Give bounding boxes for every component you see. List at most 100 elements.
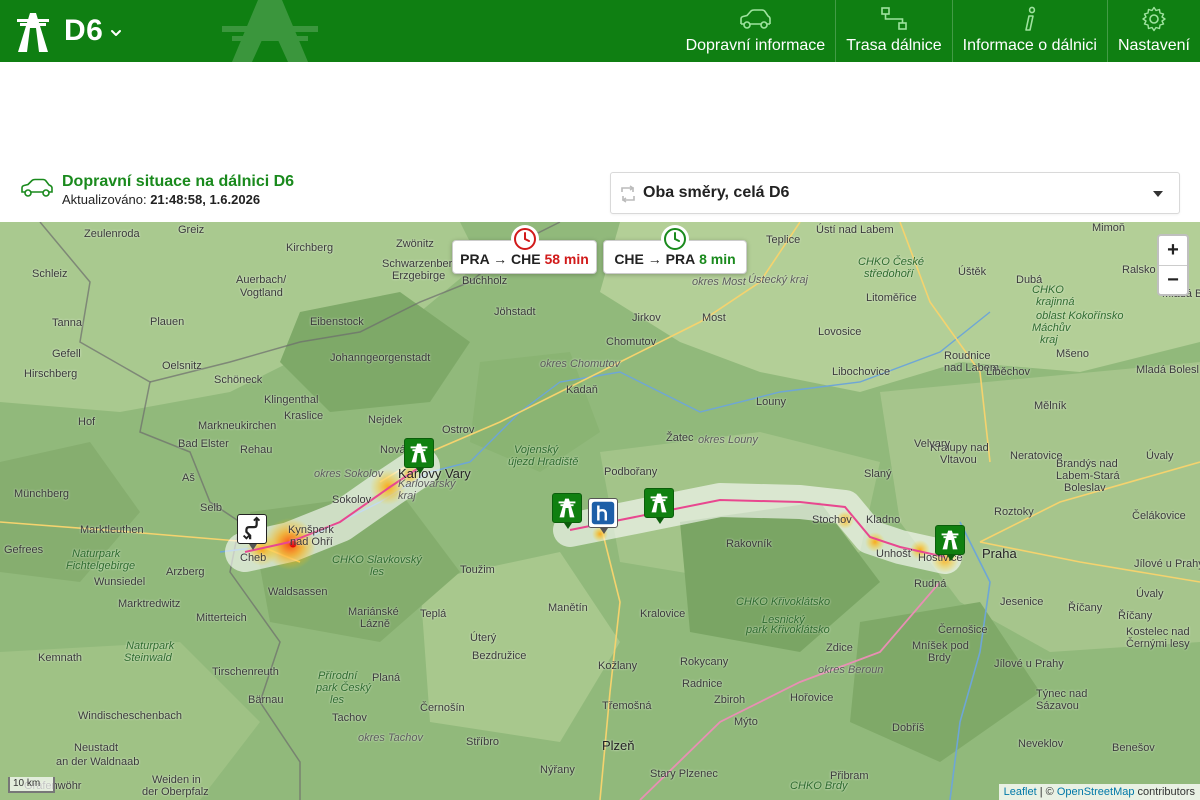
place-label: Bärnau: [248, 694, 284, 706]
place-label: Kadaň: [566, 384, 598, 396]
place-label: Kožlany: [598, 660, 638, 672]
place-label: Windischeschenbach: [78, 710, 182, 722]
place-label: Jílové u Prahy: [994, 658, 1064, 670]
place-label: Mariánské: [348, 606, 399, 618]
area-label: oblast Kokořínsko: [1036, 310, 1124, 322]
map-attribution: Leaflet | © OpenStreetMap contributors: [998, 784, 1200, 800]
place-label: Brdy: [928, 652, 951, 664]
zoom-out-button[interactable]: −: [1159, 265, 1187, 294]
area-label: Máchův: [1032, 322, 1071, 334]
place-label: Čelákovice: [1132, 510, 1186, 522]
place-label: Úvaly: [1136, 588, 1164, 600]
place-label: Stochov: [812, 514, 852, 526]
area-label: krajinná: [1036, 296, 1075, 308]
clock-icon: [661, 225, 689, 253]
place-label: Plauen: [150, 316, 185, 328]
region-label: okres Chomutov: [540, 358, 621, 370]
traffic-map[interactable]: Zeulenroda Greiz Kirchberg Zwönitz Schle…: [0, 222, 1200, 800]
service-marker[interactable]: [588, 498, 618, 534]
place-label: Tanna: [52, 317, 82, 329]
place-label: Roztoky: [994, 506, 1034, 518]
place-label: Bezdružice: [472, 650, 527, 662]
direction-select[interactable]: Oba směry, celá D6: [610, 172, 1180, 214]
motorway-marker[interactable]: [644, 488, 674, 524]
nav-route[interactable]: Trasa dálnice: [835, 0, 951, 62]
area-label: Steinwald: [124, 652, 172, 664]
place-label: Labem-Stará: [1056, 470, 1120, 482]
place-label: Rehau: [240, 444, 273, 456]
place-label: Johanngeorgenstadt: [330, 352, 431, 364]
area-label: Vojenský: [514, 444, 559, 456]
place-label: Gefrees: [4, 544, 44, 556]
place-label: Černými lesy: [1126, 638, 1190, 650]
place-label: Úštěk: [958, 266, 987, 278]
both-directions-icon: [621, 185, 635, 203]
motorway-icon: [941, 530, 959, 550]
place-label: Toužim: [460, 564, 495, 576]
place-label: Boleslav: [1064, 482, 1106, 494]
zoom-in-button[interactable]: +: [1159, 236, 1187, 265]
motorway-marker[interactable]: [404, 438, 434, 474]
attribution-suffix: contributors: [1134, 786, 1195, 798]
place-label: Ostrov: [442, 424, 475, 436]
travel-time-che-pra[interactable]: CHE → PRA 8 min: [603, 225, 747, 274]
osm-link[interactable]: OpenStreetMap: [1057, 786, 1135, 798]
place-label: Úterý: [470, 632, 497, 644]
place-label: Liběchov: [986, 366, 1031, 378]
place-label: Velvary: [914, 438, 951, 450]
nav-label: Informace o dálnici: [962, 37, 1097, 54]
area-label: Fichtelgebirge: [66, 560, 136, 572]
place-label: Mýto: [734, 716, 758, 728]
region-label: okres Most: [692, 276, 746, 288]
chevron-down-icon: [111, 30, 122, 36]
region-label: Ústecký kraj: [748, 274, 808, 286]
place-label: Radnice: [682, 678, 723, 690]
place-label: Nýřany: [540, 764, 575, 776]
place-label: Vogtland: [240, 287, 283, 299]
place-label: Kralovice: [640, 608, 686, 620]
travel-time-pra-che[interactable]: PRA → CHE 58 min: [452, 225, 597, 274]
place-label: Planá: [372, 672, 401, 684]
place-label: Jöhstadt: [494, 306, 536, 318]
place-label: Münchberg: [14, 488, 70, 500]
place-label: Zeulenroda: [84, 228, 140, 240]
travel-route: PRA → CHE: [460, 251, 541, 267]
area-label: Naturpark: [126, 640, 175, 652]
place-label: Slaný: [864, 468, 892, 480]
nav-settings[interactable]: Nastavení: [1106, 0, 1200, 62]
nav-traffic-info[interactable]: Dopravní informace: [676, 0, 836, 62]
place-label: Teplá: [420, 608, 447, 620]
updated-label: Aktualizováno:: [62, 192, 147, 207]
place-label: Wunsiedel: [94, 576, 146, 588]
motorway-marker[interactable]: [552, 493, 582, 529]
place-label: Schöneck: [214, 374, 263, 386]
route-icon: [881, 7, 907, 30]
area-label: Naturpark: [72, 548, 121, 560]
leaflet-link[interactable]: Leaflet: [1004, 786, 1037, 798]
place-label: Zwönitz: [396, 238, 434, 250]
region-label: kraj: [398, 490, 416, 502]
area-label: CHKO Slavkovský: [332, 554, 422, 566]
place-label: Mšeno: [1056, 348, 1090, 360]
traffic-status-bar: Dopravní situace na dálnici D6 Aktualizo…: [0, 162, 1200, 222]
place-label: Selb: [200, 502, 223, 514]
nav-label: Dopravní informace: [685, 37, 826, 54]
motorway-icon: [650, 493, 668, 513]
info-icon: [1024, 6, 1035, 31]
car-icon: [21, 178, 53, 197]
motorway-marker[interactable]: [935, 525, 965, 561]
place-label: Weiden in: [152, 774, 201, 786]
place-label: Ústí nad Labem: [816, 224, 894, 236]
place-label: Erzgebirge: [392, 270, 446, 282]
nav-motorway-info[interactable]: Informace o dálnici: [951, 0, 1107, 62]
last-updated: Aktualizováno: 21:48:58, 1.6.2026: [62, 192, 260, 207]
place-label: Sokolov: [332, 494, 372, 506]
place-label: Tirschenreuth: [212, 666, 279, 678]
place-label: Oelsnitz: [162, 360, 202, 372]
detour-marker[interactable]: [237, 514, 267, 550]
place-label: nad Ohří: [290, 536, 333, 548]
place-label: Mladá Bolesl: [1136, 364, 1199, 376]
route-switcher[interactable]: D6: [14, 10, 123, 52]
direction-select-value: Oba směry, celá D6: [643, 184, 790, 201]
place-label: Neveklov: [1018, 738, 1064, 750]
